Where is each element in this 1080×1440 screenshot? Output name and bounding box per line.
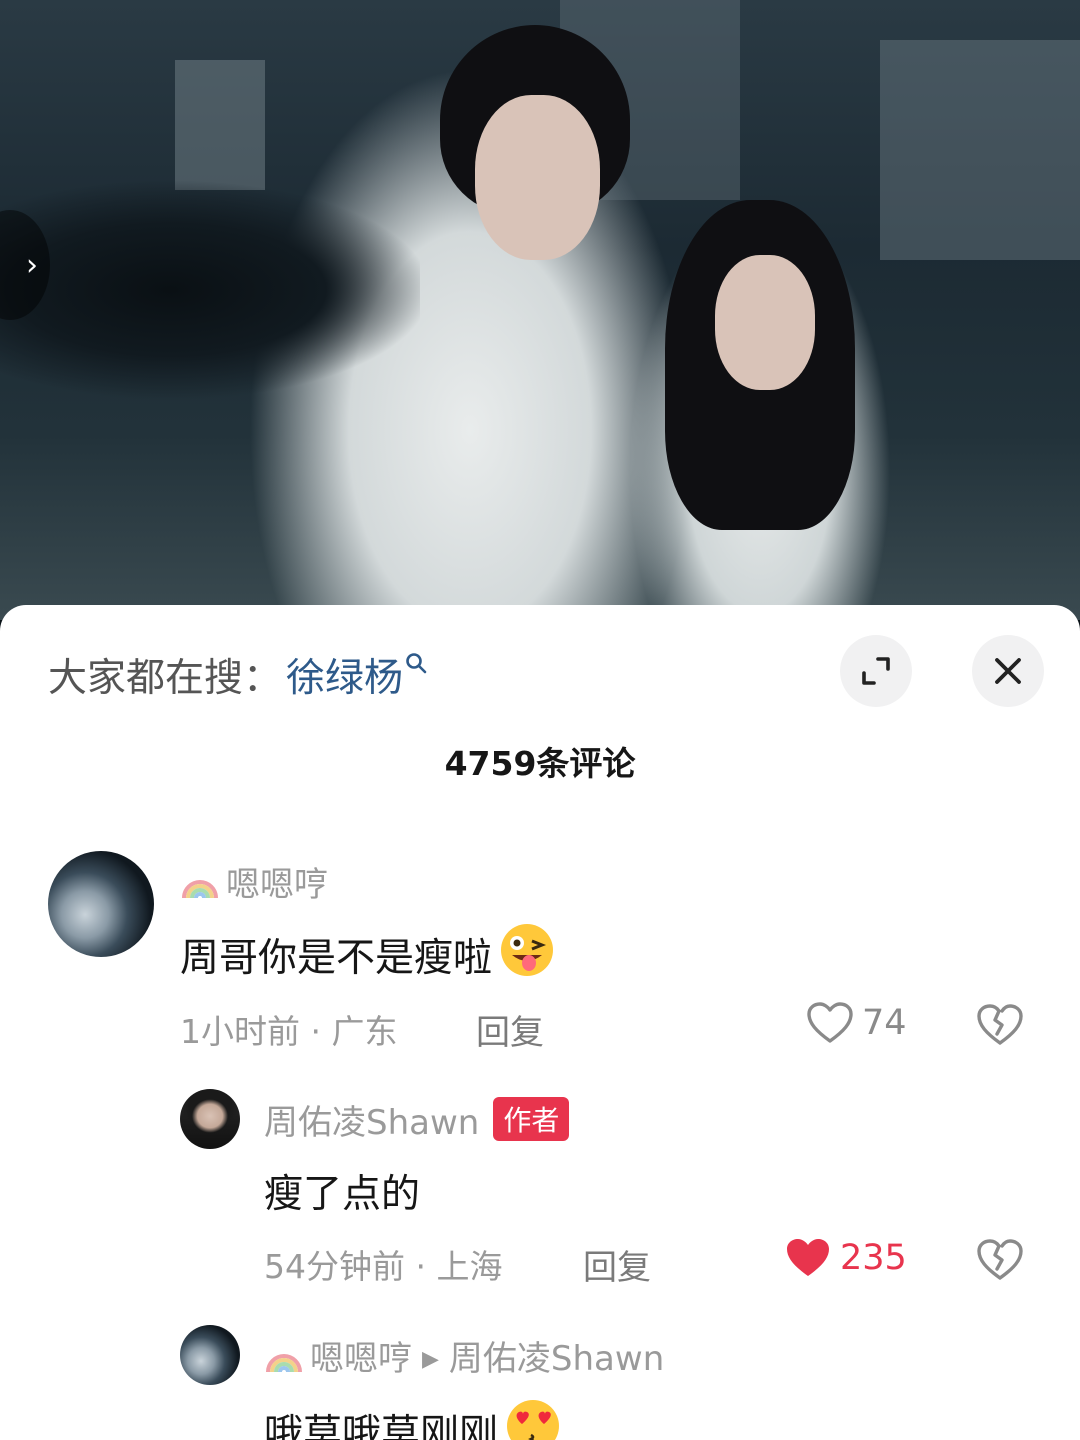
- comment-time-location: 54分钟前 · 上海: [264, 1247, 503, 1286]
- comment-text: 瘦了点的: [264, 1172, 421, 1217]
- chevron-right-icon: ›: [26, 247, 38, 283]
- search-icon: [405, 652, 427, 680]
- dislike-button[interactable]: [976, 1003, 1024, 1051]
- comment-text-content: 哦莫哦莫刚刚: [264, 1412, 499, 1440]
- comment-text-content: 周哥你是不是瘦啦: [180, 936, 493, 981]
- winking-tongue-emoji: [501, 924, 554, 976]
- background-wall: [880, 40, 1080, 260]
- close-icon: [995, 658, 1021, 684]
- comment-reply-item: 嗯嗯哼 ▶ 周佑凌Shawn 哦莫哦莫刚刚: [0, 1323, 1080, 1440]
- dislike-button[interactable]: [976, 1238, 1024, 1286]
- comment-username-text: 周佑凌Shawn: [264, 1103, 480, 1143]
- trending-search[interactable]: 大家都在搜： 徐绿杨: [48, 645, 427, 705]
- like-count: 74: [862, 1003, 907, 1043]
- reply-button[interactable]: 回复: [476, 1005, 544, 1054]
- like-button[interactable]: 235: [784, 1236, 907, 1280]
- like-count: 235: [840, 1238, 907, 1278]
- reply-button[interactable]: 回复: [583, 1240, 651, 1289]
- comment-username-text: 嗯嗯哼: [310, 1339, 412, 1379]
- comment-text: 哦莫哦莫刚刚: [264, 1397, 564, 1440]
- expand-button[interactable]: [840, 635, 912, 707]
- broken-heart-icon: [977, 1239, 1023, 1280]
- heart-filled-icon: [787, 1239, 829, 1276]
- comment-sheet: 大家都在搜： 徐绿杨 4759条评论 嗯嗯哼 周哥你是不是瘦啦 1小时前 · 广…: [0, 605, 1080, 1440]
- man-face: [475, 95, 600, 260]
- trending-search-prefix: 大家都在搜：: [48, 656, 283, 701]
- author-badge: 作者: [493, 1097, 570, 1141]
- rainbow-icon: [182, 880, 218, 899]
- close-button[interactable]: [972, 635, 1044, 707]
- comment-reply-item: 周佑凌Shawn 作者 瘦了点的 54分钟前 · 上海 回复 235: [0, 1085, 1080, 1295]
- like-button[interactable]: 74: [806, 1001, 907, 1045]
- video-frame[interactable]: ›: [0, 0, 1080, 620]
- avatar[interactable]: [180, 1089, 240, 1149]
- comment-time-location: 1小时前 · 广东: [180, 1012, 398, 1051]
- comment-username-text: 嗯嗯哼: [226, 865, 328, 905]
- comment-username[interactable]: 嗯嗯哼 ▶ 周佑凌Shawn: [264, 1331, 664, 1380]
- comment-username[interactable]: 嗯嗯哼: [180, 857, 328, 906]
- reply-arrow-icon: ▶: [422, 1347, 439, 1372]
- broken-heart-icon: [977, 1004, 1023, 1045]
- avatar[interactable]: [180, 1325, 240, 1385]
- comment-username[interactable]: 周佑凌Shawn 作者: [264, 1095, 570, 1144]
- reply-to-username[interactable]: 周佑凌Shawn: [449, 1339, 664, 1379]
- heart-outline-icon: [807, 1002, 853, 1043]
- background-car: [0, 170, 420, 410]
- comment-item: 嗯嗯哼 周哥你是不是瘦啦 1小时前 · 广东 回复 74: [0, 845, 1080, 1055]
- comment-count-title: 4759条评论: [444, 744, 636, 783]
- rainbow-icon: [266, 1354, 302, 1373]
- trending-search-keyword[interactable]: 徐绿杨: [286, 647, 403, 703]
- avatar[interactable]: [48, 851, 154, 957]
- comment-text: 周哥你是不是瘦啦: [180, 921, 558, 983]
- expand-icon: [862, 657, 890, 685]
- woman-face: [715, 255, 815, 390]
- heart-eyes-kiss-emoji: [507, 1400, 560, 1440]
